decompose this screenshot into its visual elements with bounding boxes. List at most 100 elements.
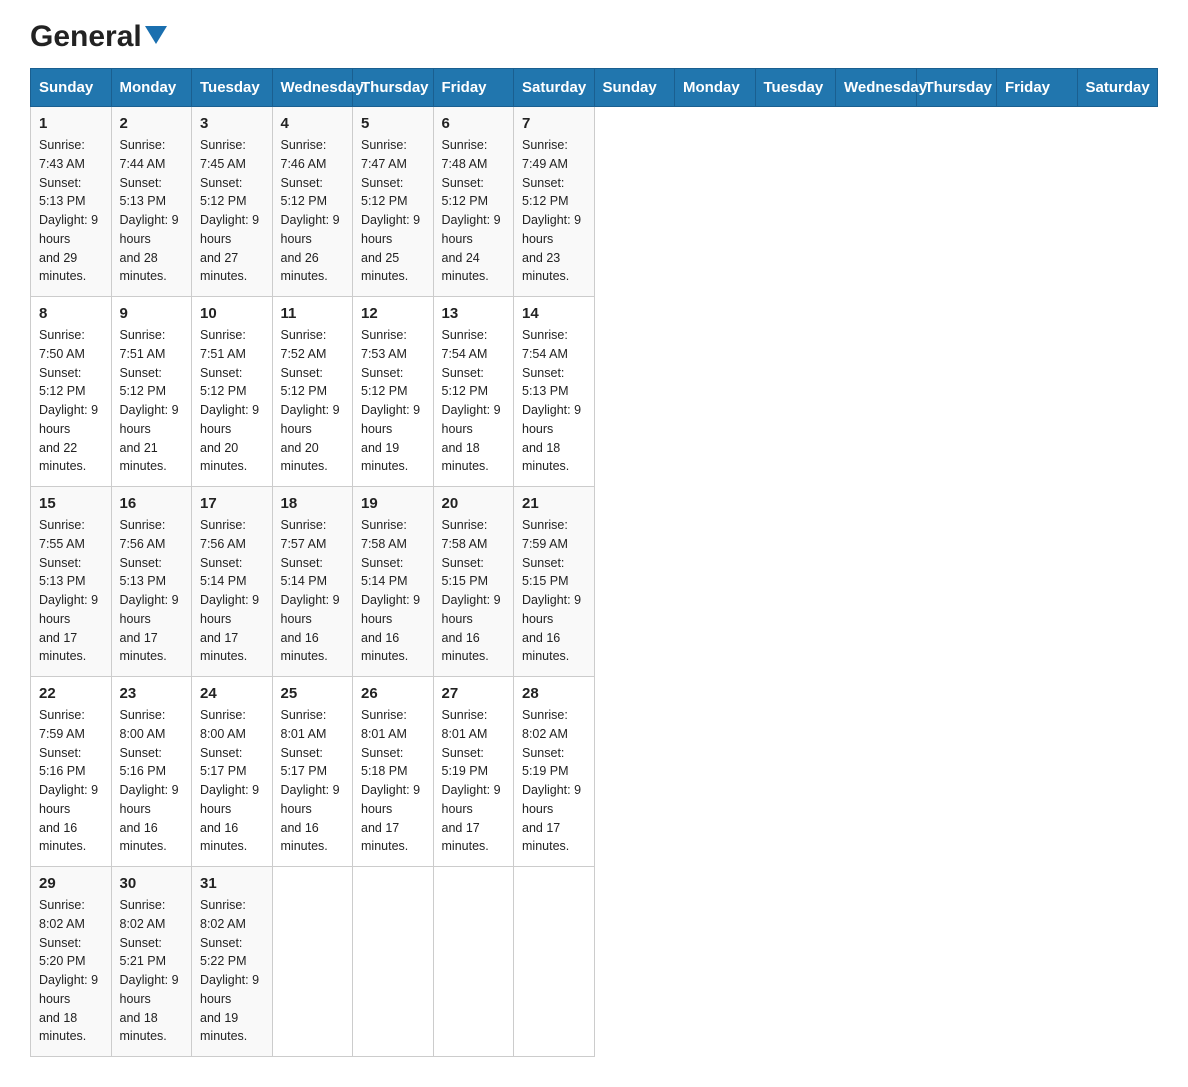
- day-info: Sunrise: 7:45 AMSunset: 5:12 PMDaylight:…: [200, 136, 264, 286]
- calendar-cell: [514, 867, 595, 1057]
- day-number: 24: [200, 685, 264, 702]
- day-info: Sunrise: 7:54 AMSunset: 5:13 PMDaylight:…: [522, 326, 586, 476]
- day-number: 23: [120, 685, 184, 702]
- logo-general-text: General: [30, 20, 142, 54]
- header-sunday: Sunday: [594, 69, 675, 107]
- header-tuesday: Tuesday: [755, 69, 836, 107]
- logo-triangle-icon: [145, 26, 167, 51]
- day-number: 15: [39, 495, 103, 512]
- day-info: Sunrise: 7:55 AMSunset: 5:13 PMDaylight:…: [39, 516, 103, 666]
- calendar-cell: 23 Sunrise: 8:00 AMSunset: 5:16 PMDayligh…: [111, 677, 192, 867]
- day-info: Sunrise: 7:59 AMSunset: 5:15 PMDaylight:…: [522, 516, 586, 666]
- header-monday: Monday: [111, 69, 192, 107]
- day-info: Sunrise: 8:02 AMSunset: 5:19 PMDaylight:…: [522, 706, 586, 856]
- day-info: Sunrise: 7:44 AMSunset: 5:13 PMDaylight:…: [120, 136, 184, 286]
- calendar-week-row: 22 Sunrise: 7:59 AMSunset: 5:16 PMDayligh…: [31, 677, 1158, 867]
- calendar-cell: 4 Sunrise: 7:46 AMSunset: 5:12 PMDaylight…: [272, 107, 353, 297]
- day-number: 10: [200, 305, 264, 322]
- day-info: Sunrise: 7:58 AMSunset: 5:14 PMDaylight:…: [361, 516, 425, 666]
- day-info: Sunrise: 7:47 AMSunset: 5:12 PMDaylight:…: [361, 136, 425, 286]
- calendar-week-row: 8 Sunrise: 7:50 AMSunset: 5:12 PMDaylight…: [31, 297, 1158, 487]
- day-number: 25: [281, 685, 345, 702]
- day-info: Sunrise: 7:51 AMSunset: 5:12 PMDaylight:…: [120, 326, 184, 476]
- header-sunday: Sunday: [31, 69, 112, 107]
- header-saturday: Saturday: [514, 69, 595, 107]
- day-number: 22: [39, 685, 103, 702]
- header-thursday: Thursday: [353, 69, 434, 107]
- day-number: 20: [442, 495, 506, 512]
- logo-area: General: [30, 20, 167, 50]
- calendar-week-row: 1 Sunrise: 7:43 AMSunset: 5:13 PMDaylight…: [31, 107, 1158, 297]
- calendar-cell: 7 Sunrise: 7:49 AMSunset: 5:12 PMDaylight…: [514, 107, 595, 297]
- day-info: Sunrise: 7:59 AMSunset: 5:16 PMDaylight:…: [39, 706, 103, 856]
- day-number: 8: [39, 305, 103, 322]
- calendar-cell: 12 Sunrise: 7:53 AMSunset: 5:12 PMDayligh…: [353, 297, 434, 487]
- day-number: 27: [442, 685, 506, 702]
- calendar-cell: [353, 867, 434, 1057]
- day-info: Sunrise: 7:50 AMSunset: 5:12 PMDaylight:…: [39, 326, 103, 476]
- header-saturday: Saturday: [1077, 69, 1158, 107]
- day-info: Sunrise: 7:43 AMSunset: 5:13 PMDaylight:…: [39, 136, 103, 286]
- day-info: Sunrise: 8:01 AMSunset: 5:19 PMDaylight:…: [442, 706, 506, 856]
- day-info: Sunrise: 8:00 AMSunset: 5:17 PMDaylight:…: [200, 706, 264, 856]
- day-info: Sunrise: 8:01 AMSunset: 5:17 PMDaylight:…: [281, 706, 345, 856]
- day-number: 26: [361, 685, 425, 702]
- calendar-cell: 27 Sunrise: 8:01 AMSunset: 5:19 PMDayligh…: [433, 677, 514, 867]
- calendar-cell: 3Sunrise: 7:45 AMSunset: 5:12 PMDaylight…: [192, 107, 273, 297]
- calendar-cell: 16Sunrise: 7:56 AMSunset: 5:13 PMDayligh…: [111, 487, 192, 677]
- calendar-table: SundayMondayTuesdayWednesdayThursdayFrid…: [30, 68, 1158, 1057]
- calendar-cell: 20 Sunrise: 7:58 AMSunset: 5:15 PMDayligh…: [433, 487, 514, 677]
- day-info: Sunrise: 7:46 AMSunset: 5:12 PMDaylight:…: [281, 136, 345, 286]
- day-number: 12: [361, 305, 425, 322]
- day-number: 19: [361, 495, 425, 512]
- day-info: Sunrise: 7:58 AMSunset: 5:15 PMDaylight:…: [442, 516, 506, 666]
- day-number: 29: [39, 875, 103, 892]
- calendar-cell: 14 Sunrise: 7:54 AMSunset: 5:13 PMDayligh…: [514, 297, 595, 487]
- day-number: 30: [120, 875, 184, 892]
- calendar-cell: [272, 867, 353, 1057]
- calendar-cell: 15 Sunrise: 7:55 AMSunset: 5:13 PMDayligh…: [31, 487, 112, 677]
- calendar-cell: 30Sunrise: 8:02 AMSunset: 5:21 PMDayligh…: [111, 867, 192, 1057]
- day-number: 6: [442, 115, 506, 132]
- day-number: 4: [281, 115, 345, 132]
- day-number: 7: [522, 115, 586, 132]
- day-info: Sunrise: 7:56 AMSunset: 5:13 PMDaylight:…: [120, 516, 184, 666]
- calendar-cell: 22 Sunrise: 7:59 AMSunset: 5:16 PMDayligh…: [31, 677, 112, 867]
- calendar-week-row: 29Sunrise: 8:02 AMSunset: 5:20 PMDayligh…: [31, 867, 1158, 1057]
- day-number: 1: [39, 115, 103, 132]
- calendar-cell: 28Sunrise: 8:02 AMSunset: 5:19 PMDayligh…: [514, 677, 595, 867]
- header-tuesday: Tuesday: [192, 69, 273, 107]
- header-monday: Monday: [675, 69, 756, 107]
- calendar-cell: 1 Sunrise: 7:43 AMSunset: 5:13 PMDaylight…: [31, 107, 112, 297]
- calendar-cell: 5 Sunrise: 7:47 AMSunset: 5:12 PMDaylight…: [353, 107, 434, 297]
- header-friday: Friday: [433, 69, 514, 107]
- calendar-cell: 21 Sunrise: 7:59 AMSunset: 5:15 PMDayligh…: [514, 487, 595, 677]
- day-info: Sunrise: 7:51 AMSunset: 5:12 PMDaylight:…: [200, 326, 264, 476]
- calendar-week-row: 15 Sunrise: 7:55 AMSunset: 5:13 PMDayligh…: [31, 487, 1158, 677]
- day-info: Sunrise: 8:02 AMSunset: 5:22 PMDaylight:…: [200, 896, 264, 1046]
- calendar-header-row: SundayMondayTuesdayWednesdayThursdayFrid…: [31, 69, 1158, 107]
- day-info: Sunrise: 8:00 AMSunset: 5:16 PMDaylight:…: [120, 706, 184, 856]
- calendar-cell: 24 Sunrise: 8:00 AMSunset: 5:17 PMDayligh…: [192, 677, 273, 867]
- calendar-cell: 31Sunrise: 8:02 AMSunset: 5:22 PMDayligh…: [192, 867, 273, 1057]
- calendar-cell: 9 Sunrise: 7:51 AMSunset: 5:12 PMDaylight…: [111, 297, 192, 487]
- day-info: Sunrise: 7:53 AMSunset: 5:12 PMDaylight:…: [361, 326, 425, 476]
- calendar-cell: 19 Sunrise: 7:58 AMSunset: 5:14 PMDayligh…: [353, 487, 434, 677]
- day-number: 9: [120, 305, 184, 322]
- day-info: Sunrise: 7:56 AMSunset: 5:14 PMDaylight:…: [200, 516, 264, 666]
- calendar-cell: 17 Sunrise: 7:56 AMSunset: 5:14 PMDayligh…: [192, 487, 273, 677]
- day-number: 21: [522, 495, 586, 512]
- calendar-cell: 18Sunrise: 7:57 AMSunset: 5:14 PMDayligh…: [272, 487, 353, 677]
- day-number: 18: [281, 495, 345, 512]
- day-info: Sunrise: 7:49 AMSunset: 5:12 PMDaylight:…: [522, 136, 586, 286]
- page-header: General: [30, 20, 1158, 50]
- day-number: 17: [200, 495, 264, 512]
- day-number: 5: [361, 115, 425, 132]
- calendar-cell: [433, 867, 514, 1057]
- calendar-cell: 8 Sunrise: 7:50 AMSunset: 5:12 PMDaylight…: [31, 297, 112, 487]
- day-number: 14: [522, 305, 586, 322]
- day-info: Sunrise: 7:54 AMSunset: 5:12 PMDaylight:…: [442, 326, 506, 476]
- day-info: Sunrise: 7:52 AMSunset: 5:12 PMDaylight:…: [281, 326, 345, 476]
- header-wednesday: Wednesday: [272, 69, 353, 107]
- calendar-cell: 29Sunrise: 8:02 AMSunset: 5:20 PMDayligh…: [31, 867, 112, 1057]
